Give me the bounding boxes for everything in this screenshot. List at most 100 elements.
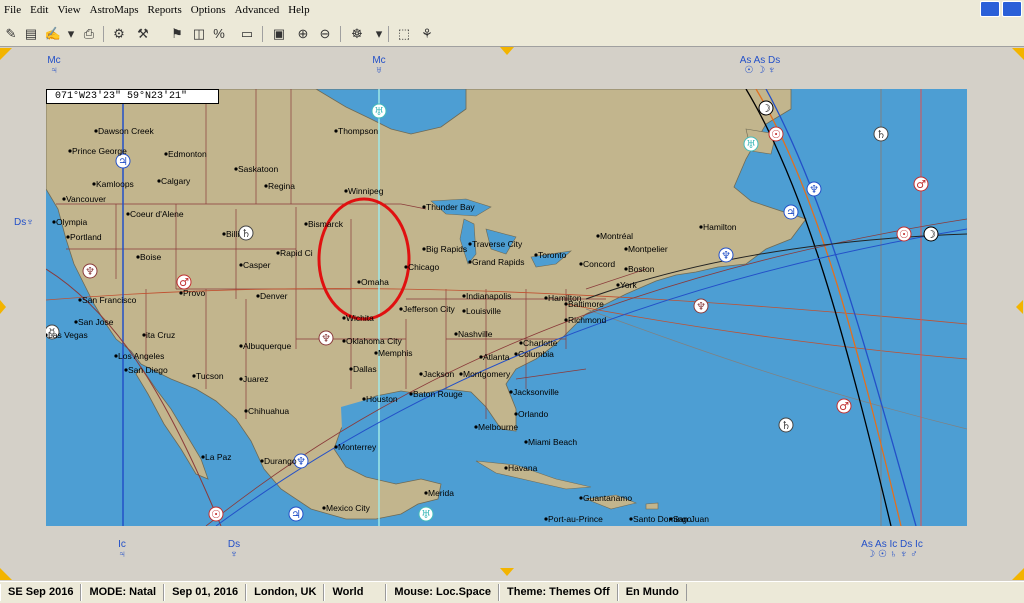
city-label: Orlando	[518, 409, 549, 419]
city-label: Mexico City	[326, 503, 371, 513]
corner-arrow[interactable]	[1012, 568, 1024, 580]
status-location: London, UK	[246, 584, 325, 601]
city-label: Saskatoon	[238, 164, 278, 174]
svg-text:♃: ♃	[786, 206, 796, 219]
city-label: Albuquerque	[243, 341, 291, 351]
puerto-rico-land	[645, 502, 659, 510]
svg-text:☉: ☉	[899, 228, 909, 241]
city-label: Wichita	[346, 313, 374, 323]
city-label: Chicago	[408, 262, 439, 272]
corner-arrow[interactable]	[0, 568, 12, 580]
city-label: Tucson	[196, 371, 224, 381]
city-label: Indianapolis	[466, 291, 511, 301]
city-label: Las Vegas	[48, 330, 88, 340]
svg-text:♂: ♂	[839, 400, 849, 413]
city-label: San Jose	[78, 317, 114, 327]
scroll-left-arrow[interactable]	[0, 300, 6, 314]
status-theme: Theme: Themes Off	[499, 584, 618, 601]
city-label: Dawson Creek	[98, 126, 154, 136]
city-label: Guantanamo	[583, 493, 632, 503]
city-label: Atlanta	[483, 352, 510, 362]
jupiter-mc-label: Mc ♃	[47, 55, 61, 76]
city-label: Baltimore	[568, 299, 604, 309]
scroll-up-arrow[interactable]	[500, 47, 514, 55]
status-mouse: Mouse: Loc.Space	[386, 584, 499, 601]
status-date: SE Sep 2016	[0, 584, 82, 601]
city-label: Oklahoma City	[346, 336, 402, 346]
city-label: Grand Rapids	[472, 257, 524, 267]
city-label: Traverse City	[472, 239, 523, 249]
city-label: Edmonton	[168, 149, 207, 159]
svg-text:♄: ♄	[241, 227, 251, 240]
status-mundo: En Mundo	[617, 584, 687, 601]
city-label: Melbourne	[478, 422, 518, 432]
city-label: Bismarck	[308, 219, 344, 229]
city-label: Columbia	[518, 349, 554, 359]
city-label: York	[620, 280, 637, 290]
svg-text:☉: ☉	[771, 128, 781, 141]
city-label: Big Rapids	[426, 244, 467, 254]
svg-text:♃: ♃	[118, 155, 128, 168]
corner-arrow[interactable]	[0, 48, 12, 60]
svg-text:☽: ☽	[761, 102, 771, 115]
city-label: Louisville	[466, 306, 501, 316]
city-label: Vancouver	[66, 194, 106, 204]
city-label: Houston	[366, 394, 398, 404]
city-label: Richmond	[568, 315, 607, 325]
city-label: Baton Rouge	[413, 389, 463, 399]
city-label: Winnipeg	[348, 186, 384, 196]
scroll-down-arrow[interactable]	[500, 568, 514, 576]
svg-text:♆: ♆	[809, 183, 819, 196]
city-label: Chihuahua	[248, 406, 289, 416]
city-label: Toronto	[538, 250, 567, 260]
city-label: La Paz	[205, 452, 231, 462]
city-label: Jacksonville	[513, 387, 559, 397]
city-label: Miami Beach	[528, 437, 577, 447]
city-label: Monterrey	[338, 442, 377, 452]
uranus-mc-label: Mc ♅	[372, 55, 386, 76]
city-label: Merida	[428, 488, 454, 498]
svg-text:♅: ♅	[421, 508, 431, 521]
city-label: Jefferson City	[403, 304, 456, 314]
city-label: Concord	[583, 259, 615, 269]
svg-text:♆: ♆	[85, 265, 95, 278]
corner-arrow[interactable]	[1012, 48, 1024, 60]
city-label: Montpelier	[628, 244, 668, 254]
svg-text:♂: ♂	[916, 178, 926, 191]
city-label: Los Angeles	[118, 351, 164, 361]
city-label: Billi	[226, 229, 239, 239]
city-label: Port-au-Prince	[548, 514, 603, 524]
city-label: Durango	[264, 456, 297, 466]
city-label: Casper	[243, 260, 271, 270]
svg-text:☉: ☉	[211, 508, 221, 521]
city-label: Thompson	[338, 126, 378, 136]
svg-text:♆: ♆	[721, 249, 731, 262]
svg-text:♄: ♄	[876, 128, 886, 141]
city-label: Jackson	[423, 369, 454, 379]
svg-text:♃: ♃	[291, 508, 301, 521]
jupiter-ic-label: Ic ♃	[118, 539, 126, 560]
status-mode: MODE: Natal	[81, 584, 165, 601]
city-label: ita Cruz	[146, 330, 175, 340]
city-label: Montréal	[600, 231, 633, 241]
svg-text:♅: ♅	[746, 138, 756, 151]
city-label: San Francisco	[82, 295, 137, 305]
city-label: Omaha	[361, 277, 389, 287]
city-label: Boston	[628, 264, 655, 274]
coordinate-readout: 071°W23'23" 59°N23'21"	[46, 89, 219, 104]
city-label: Havana	[508, 463, 538, 473]
city-label: Hamilton	[703, 222, 737, 232]
city-label: Nashville	[458, 329, 493, 339]
city-label: Rapid Ci	[280, 248, 313, 258]
status-bar: SE Sep 2016 MODE: Natal Sep 01, 2016 Lon…	[0, 581, 1024, 603]
city-label: Juarez	[243, 374, 269, 384]
city-label: Regina	[268, 181, 295, 191]
status-chart-date: Sep 01, 2016	[164, 584, 247, 601]
svg-text:♆: ♆	[321, 332, 331, 345]
scroll-right-arrow[interactable]	[1016, 300, 1023, 314]
city-label: Montgomery	[463, 369, 511, 379]
city-label: San Juan	[673, 514, 709, 524]
astro-map[interactable]: ♃ ♅ ♆ ♂ ♄ ☿ ♆ ♆ ♃ ☉ ♅ ☽ ☉ ♅ ♄ ♂ ♆ ♃ ☉ ☽ …	[46, 89, 967, 526]
city-label: Thunder Bay	[426, 202, 475, 212]
city-label: Calgary	[161, 176, 191, 186]
